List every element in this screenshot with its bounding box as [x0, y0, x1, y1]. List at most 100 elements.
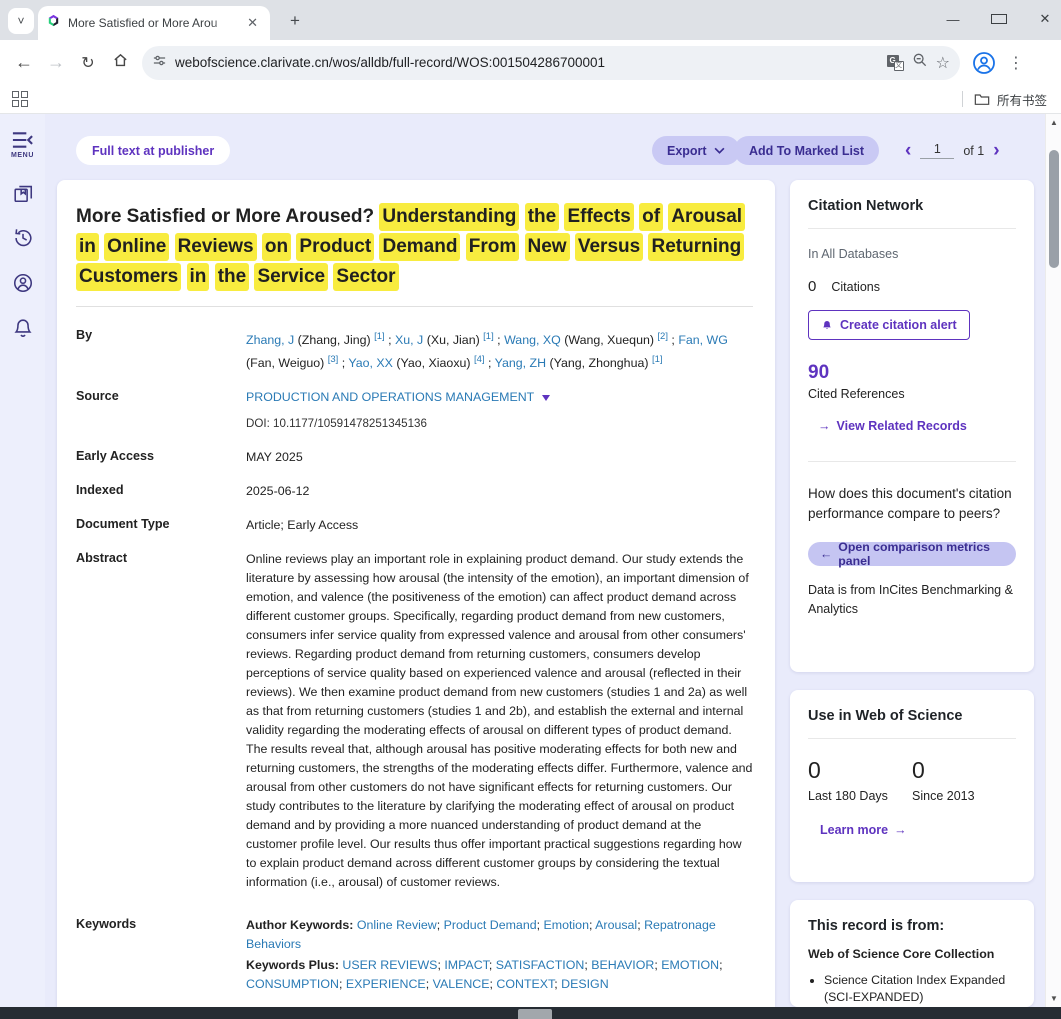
author-keyword-link[interactable]: Emotion [544, 918, 589, 932]
browser-menu-icon[interactable]: ⋮ [1008, 53, 1024, 73]
windows-taskbar[interactable] [0, 1007, 1061, 1019]
highlighted-word: Understanding [379, 203, 519, 231]
open-comparison-panel-button[interactable]: ← Open comparison metrics panel [808, 542, 1016, 566]
page-scrollbar[interactable]: ▲ ▼ [1045, 114, 1061, 1007]
keywords-plus-link[interactable]: EXPERIENCE [346, 977, 426, 991]
highlighted-word: of [639, 203, 663, 231]
last-180-days-count: 0 [808, 757, 912, 784]
author-keyword-link[interactable]: Arousal [595, 918, 637, 932]
browser-tab[interactable]: More Satisfied or More Arou ✕ [38, 6, 270, 40]
site-info-icon[interactable] [152, 53, 167, 73]
keywords-plus-link[interactable]: CONSUMPTION [246, 977, 339, 991]
article-title: More Satisfied or More Aroused? Understa… [76, 202, 758, 292]
keywords-plus-link[interactable]: SATISFACTION [496, 958, 585, 972]
author-affiliation-ref[interactable]: [4] [474, 354, 485, 365]
taskbar-icon[interactable] [518, 1009, 552, 1019]
sidebar-menu-button[interactable]: MENU [11, 130, 34, 159]
url-text[interactable]: webofscience.clarivate.cn/wos/alldb/full… [175, 55, 879, 70]
highlighted-word: Customers [76, 263, 181, 291]
tab-search-button[interactable]: ˅ [8, 8, 34, 34]
keywords-label: Keywords [76, 916, 246, 996]
back-button[interactable]: ← [8, 52, 40, 73]
arrow-left-icon: ← [820, 547, 832, 561]
source-title-link[interactable]: PRODUCTION AND OPERATIONS MANAGEMENT [246, 388, 534, 407]
close-window-button[interactable]: ✕ [1037, 11, 1053, 27]
apps-grid-icon[interactable] [12, 91, 28, 107]
zoom-out-icon[interactable] [912, 52, 928, 73]
keywords-plus-link[interactable]: IMPACT [444, 958, 489, 972]
card-divider [808, 738, 1016, 739]
browser-toolbar: ← → ↻ webofscience.clarivate.cn/wos/alld… [0, 40, 1061, 85]
home-button[interactable] [104, 52, 136, 74]
indexed-value: 2025-06-12 [246, 482, 753, 501]
menu-label: MENU [11, 152, 34, 159]
address-bar[interactable]: webofscience.clarivate.cn/wos/alldb/full… [142, 46, 960, 80]
forward-button[interactable]: → [40, 52, 72, 73]
abstract-label: Abstract [76, 550, 246, 892]
document-type-row: Document Type Article; Early Access [76, 516, 753, 535]
highlighted-word: Sector [333, 263, 398, 291]
record-from-card: This record is from: Web of Science Core… [790, 900, 1034, 1007]
author-affiliation-ref[interactable]: [1] [374, 331, 385, 342]
citation-network-card: Citation Network In All Databases 0 Cita… [790, 180, 1034, 672]
usage-card: Use in Web of Science 0 Last 180 Days 0 … [790, 690, 1034, 882]
keywords-plus-link[interactable]: EMOTION [661, 958, 719, 972]
authors-row: By Zhang, J (Zhang, Jing) [1] ; Xu, J (X… [76, 327, 753, 373]
full-text-button[interactable]: Full text at publisher [76, 136, 230, 165]
author-affiliation-ref[interactable]: [1] [483, 331, 494, 342]
tab-close-icon[interactable]: ✕ [243, 13, 262, 33]
keywords-plus-link[interactable]: BEHAVIOR [591, 958, 654, 972]
maximize-button[interactable] [991, 12, 1007, 27]
keywords-plus-link[interactable]: DESIGN [561, 977, 609, 991]
reload-button[interactable]: ↻ [72, 53, 104, 73]
keywords-plus-label: Keywords Plus: [246, 958, 339, 972]
page-number-input[interactable] [920, 142, 954, 159]
next-record-icon[interactable]: › [993, 141, 999, 160]
record-from-item: Science Citation Index Expanded (SCI-EXP… [824, 972, 1016, 1006]
keywords-plus-link[interactable]: CONTEXT [496, 977, 554, 991]
browser-tab-strip: ˅ More Satisfied or More Arou ✕ + — ✕ [0, 0, 1061, 40]
author-link[interactable]: Fan, WG [678, 333, 728, 347]
tab-title: More Satisfied or More Arou [68, 16, 236, 30]
sidebar-history-button[interactable] [12, 227, 34, 249]
view-related-records-link[interactable]: → View Related Records [818, 419, 967, 433]
by-label: By [76, 327, 246, 373]
all-bookmarks-label[interactable]: 所有书签 [997, 90, 1047, 109]
author-link[interactable]: Yao, XX [348, 356, 393, 370]
translate-icon[interactable]: G文 [887, 55, 904, 71]
source-dropdown-icon[interactable] [542, 395, 550, 401]
learn-more-link[interactable]: Learn more → [820, 823, 907, 837]
bookmarks-divider [962, 91, 963, 107]
citation-network-title: Citation Network [808, 198, 1016, 214]
prev-record-icon[interactable]: ‹ [905, 141, 911, 160]
sidebar-alerts-button[interactable] [12, 317, 34, 339]
keywords-plus-link[interactable]: VALENCE [433, 977, 490, 991]
keywords-plus-link[interactable]: USER REVIEWS [342, 958, 437, 972]
author-affiliation-ref[interactable]: [1] [652, 354, 663, 365]
author-link[interactable]: Wang, XQ [504, 333, 561, 347]
highlighted-word: Demand [379, 233, 460, 261]
author-keyword-link[interactable]: Product Demand [444, 918, 537, 932]
sidebar-profile-button[interactable] [12, 272, 34, 294]
profile-avatar-icon[interactable] [972, 51, 996, 75]
author-link[interactable]: Yang, ZH [495, 356, 546, 370]
author-keyword-link[interactable]: Online Review [357, 918, 437, 932]
scrollbar-thumb[interactable] [1049, 150, 1059, 268]
add-to-marked-list-button[interactable]: Add To Marked List [734, 136, 879, 165]
minimize-button[interactable]: — [945, 12, 961, 27]
create-citation-alert-button[interactable]: Create citation alert [808, 310, 970, 340]
export-button[interactable]: Export [652, 136, 740, 165]
highlighted-word: in [76, 233, 99, 261]
author-link[interactable]: Zhang, J [246, 333, 294, 347]
new-tab-button[interactable]: + [284, 10, 306, 32]
sidebar-marked-list-button[interactable] [12, 182, 34, 204]
record-action-bar: Full text at publisher Export Add To Mar… [45, 114, 1045, 180]
author-affiliation-ref[interactable]: [3] [328, 354, 339, 365]
scroll-down-icon[interactable]: ▼ [1046, 994, 1061, 1003]
author-link[interactable]: Xu, J [395, 333, 423, 347]
full-text-label: Full text at publisher [92, 144, 214, 158]
doi-value: DOI: 10.1177/10591478251345136 [246, 414, 753, 433]
scroll-up-icon[interactable]: ▲ [1046, 118, 1061, 127]
bookmark-star-icon[interactable]: ☆ [936, 53, 950, 73]
author-affiliation-ref[interactable]: [2] [657, 331, 668, 342]
